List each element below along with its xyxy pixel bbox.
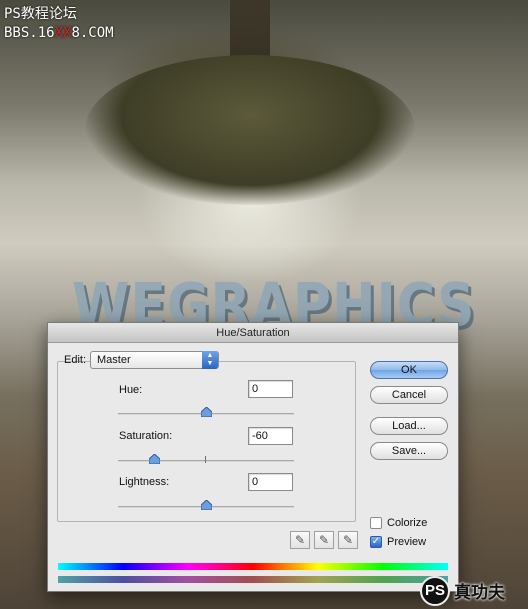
- preview-label: Preview: [387, 536, 427, 548]
- eyedropper-plus-icon[interactable]: ✎: [314, 531, 334, 549]
- save-button[interactable]: Save...: [370, 442, 448, 460]
- hue-label: Hue:: [119, 384, 143, 396]
- lightness-input[interactable]: 0: [248, 473, 293, 491]
- watermark-line2: BBS.16XX8.COM: [4, 24, 114, 43]
- adjustment-group: [57, 361, 356, 522]
- watermark-part-c: 8.COM: [71, 25, 114, 41]
- input-color-spectrum: [58, 563, 448, 570]
- watermark-part-b: XX: [54, 25, 72, 41]
- colorize-checkbox[interactable]: [370, 517, 382, 529]
- saturation-center-tick: [205, 456, 206, 463]
- select-arrows-icon: ▲ ▼: [202, 351, 219, 369]
- lightness-label: Lightness:: [119, 476, 170, 488]
- edit-row: Edit: Master ▲ ▼: [64, 351, 220, 369]
- colorize-row[interactable]: Colorize: [370, 517, 427, 529]
- preview-checkbox[interactable]: ✓: [370, 536, 382, 548]
- lightness-slider-thumb[interactable]: [201, 500, 212, 510]
- ok-button[interactable]: OK: [370, 361, 448, 379]
- edit-select-value: Master: [97, 354, 131, 366]
- corner-logo-text: 真功夫: [454, 583, 505, 602]
- cancel-button[interactable]: Cancel: [370, 386, 448, 404]
- tree-canopy: [85, 55, 415, 205]
- edit-label: Edit:: [64, 354, 87, 366]
- eyedropper-icon[interactable]: ✎: [290, 531, 310, 549]
- saturation-slider-thumb[interactable]: [149, 454, 160, 464]
- watermark-line1: PS教程论坛: [4, 6, 77, 22]
- watermark: PS教程论坛 BBS.16XX8.COM: [4, 5, 114, 43]
- eyedropper-minus-icon[interactable]: ✎: [338, 531, 358, 549]
- preview-row[interactable]: ✓ Preview: [370, 536, 426, 548]
- output-color-spectrum: [58, 576, 448, 583]
- watermark-part-a: BBS.16: [4, 25, 55, 41]
- dialog-title: Hue/Saturation: [48, 323, 458, 343]
- saturation-input[interactable]: -60: [248, 427, 293, 445]
- corner-logo-mark: PS: [420, 575, 450, 606]
- saturation-slider-track[interactable]: [118, 460, 294, 462]
- edit-select[interactable]: Master ▲ ▼: [90, 351, 220, 369]
- eyedropper-group: ✎ ✎ ✎: [290, 531, 358, 549]
- hue-saturation-dialog: Hue/Saturation Edit: Master ▲ ▼ Hue: 0 Sa…: [47, 322, 459, 592]
- saturation-label: Saturation:: [119, 430, 173, 442]
- colorize-label: Colorize: [387, 517, 428, 529]
- hue-input[interactable]: 0: [248, 380, 293, 398]
- corner-logo: PS 真功夫: [420, 572, 528, 609]
- hue-slider-thumb[interactable]: [201, 407, 212, 417]
- load-button[interactable]: Load...: [370, 417, 448, 435]
